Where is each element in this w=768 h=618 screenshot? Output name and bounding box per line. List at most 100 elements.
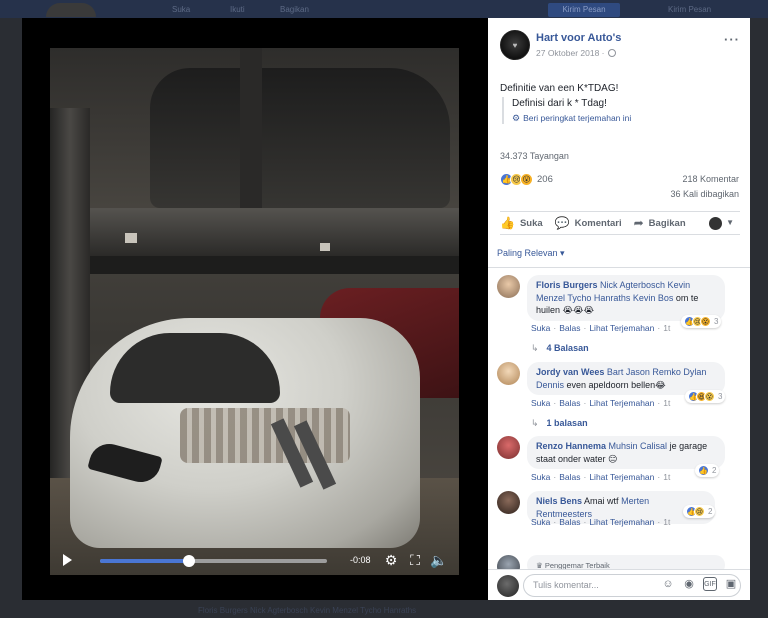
backdrop-bottom-text: Floris Burgers Nick Agterbosch Kevin Men… — [198, 606, 417, 615]
rate-translation-label: Beri peringkat terjemahan ini — [523, 113, 632, 123]
play-icon[interactable] — [63, 554, 72, 566]
comment-reply-link[interactable]: Balas — [559, 517, 580, 527]
see-translation-link[interactable]: Lihat Terjemahan — [589, 472, 654, 482]
post-date[interactable]: 27 Oktober 2018 · — [536, 48, 616, 58]
comment-sort-dropdown[interactable]: Paling Relevan ▾ — [497, 248, 565, 259]
translation-box: Definisi dari k * Tdag! ⚙ Beri peringkat … — [502, 97, 631, 124]
globe-icon — [607, 49, 616, 57]
like-button[interactable]: 👍 Suka — [500, 216, 543, 230]
comment-reaction-count: 3 — [718, 392, 723, 401]
post-text: Definitie van een K*TDAG! — [500, 83, 619, 94]
commenter-avatar[interactable] — [497, 491, 520, 514]
backdrop-tab-share: Bagikan — [280, 5, 309, 14]
comment-author-link[interactable]: Niels Bens — [536, 496, 582, 506]
comment-reactions[interactable]: 👍 2 — [695, 464, 720, 477]
acting-as-avatar[interactable] — [709, 217, 722, 230]
replies-label: 4 Balasan — [546, 343, 589, 353]
sad-reaction-icon: 😢 — [694, 506, 705, 517]
comment-bubble: ♛ Penggemar Terbaik — [527, 555, 725, 569]
more-options-icon[interactable]: ··· — [724, 32, 740, 47]
commenter-avatar[interactable] — [497, 555, 520, 569]
gif-icon[interactable]: GIF — [703, 577, 717, 591]
reaction-count: 206 — [537, 173, 553, 185]
backdrop-tab-like: Suka — [172, 5, 191, 14]
reply-arrow-icon: ↳ — [531, 418, 539, 428]
page-name-link[interactable]: Hart voor Auto's — [536, 32, 621, 44]
comment-reactions[interactable]: 👍 😢 2 — [683, 505, 716, 518]
comment-like-link[interactable]: Suka — [531, 398, 550, 408]
view-replies-link[interactable]: ↳ 4 Balasan — [531, 343, 589, 354]
replies-label: 1 balasan — [546, 418, 588, 428]
post-header: ♥ Hart voor Auto's 27 Oktober 2018 · ··· — [500, 30, 740, 66]
page-avatar[interactable]: ♥ — [500, 30, 530, 60]
see-translation-link[interactable]: Lihat Terjemahan — [589, 323, 654, 333]
comment-time[interactable]: 1t — [663, 472, 670, 482]
comment-time[interactable]: 1t — [663, 323, 670, 333]
time-remaining: -0:08 — [350, 555, 371, 565]
top-fan-label: Penggemar Terbaik — [544, 561, 610, 569]
backdrop-tab-follow: Ikuti — [230, 5, 245, 14]
comment-composer: Tulis komentar... ☺ ◉ GIF ▣ — [488, 569, 750, 600]
fullscreen-icon[interactable]: ⛶ — [406, 551, 424, 569]
see-translation-link[interactable]: Lihat Terjemahan — [589, 398, 654, 408]
comment-tagged-users[interactable]: Muhsin Calisal — [609, 441, 668, 451]
view-count: 34.373 Tayangan — [500, 151, 569, 161]
commenter-avatar[interactable] — [497, 275, 520, 298]
camera-icon[interactable]: ◉ — [682, 577, 696, 591]
post-stats: 218 Komentar 36 Kali dibagikan — [670, 172, 739, 202]
comments-count-link[interactable]: 218 Komentar — [670, 172, 739, 187]
see-translation-link[interactable]: Lihat Terjemahan — [589, 517, 654, 527]
shares-count-link[interactable]: 36 Kali dibagikan — [670, 187, 739, 202]
backdrop-follow: Kirim Pesan — [668, 5, 712, 14]
comment-time[interactable]: 1t — [663, 398, 670, 408]
caret-down-icon[interactable]: ▼ — [726, 218, 734, 227]
reply-arrow-icon: ↳ — [531, 343, 539, 353]
comment-bubble: Floris Burgers Nick Agterbosch Kevin Men… — [527, 275, 725, 321]
trophy-icon: ♛ — [536, 561, 543, 569]
comment-time[interactable]: 1t — [663, 517, 670, 527]
speech-bubble-icon: 💬 — [554, 216, 570, 230]
progress-fill — [100, 559, 189, 563]
comment-like-link[interactable]: Suka — [531, 472, 550, 482]
rate-translation-link[interactable]: ⚙ Beri peringkat terjemahan ini — [512, 113, 631, 124]
comment-actions: Suka · Balas · Lihat Terjemahan · 1t — [531, 517, 671, 527]
share-label: Bagikan — [648, 217, 686, 229]
comment-reaction-count: 2 — [708, 507, 713, 516]
settings-gear-icon[interactable]: ⚙ — [382, 551, 400, 569]
video-controls: -0:08 ⚙ ⛶ 🔈 — [50, 548, 459, 575]
commenter-avatar[interactable] — [497, 436, 520, 459]
lift-beam-shadow — [50, 256, 459, 274]
comment-button[interactable]: 💬 Komentari — [555, 216, 622, 230]
commenter-avatar[interactable] — [497, 362, 520, 385]
comment-author-link[interactable]: Renzo Hannema — [536, 441, 606, 451]
comment-reactions[interactable]: 👍 😆 😮 3 — [685, 390, 726, 403]
emoji-icon[interactable]: ☺ — [661, 577, 675, 591]
backdrop-send-message: Kirim Pesan — [548, 3, 620, 17]
backdrop-header: Suka Ikuti Bagikan Kirim Pesan Kirim Pes… — [0, 0, 768, 18]
progress-handle[interactable] — [182, 555, 195, 567]
sticker-icon[interactable]: ▣ — [724, 577, 738, 591]
comment-author-link[interactable]: Jordy van Wees — [536, 367, 604, 377]
comment-reply-link[interactable]: Balas — [559, 323, 580, 333]
wow-reaction-icon: 😮 — [704, 391, 715, 402]
like-reaction-icon: 👍 — [698, 465, 709, 476]
comment-like-link[interactable]: Suka — [531, 323, 550, 333]
comment-author-link[interactable]: Floris Burgers — [536, 280, 598, 290]
view-replies-link[interactable]: ↳ 1 balasan — [531, 418, 588, 429]
comment-reply-link[interactable]: Balas — [559, 472, 580, 482]
comment-reactions[interactable]: 👍 😢 😮 3 — [681, 315, 722, 328]
video-player[interactable] — [50, 48, 459, 575]
comment-actions: Suka · Balas · Lihat Terjemahan · 1t — [531, 398, 671, 408]
reaction-summary[interactable]: 👍 😢 😮 206 — [500, 172, 553, 186]
comment-like-link[interactable]: Suka — [531, 517, 550, 527]
share-button[interactable]: ➦ Bagikan — [634, 216, 686, 230]
share-arrow-icon: ➦ — [633, 216, 644, 230]
user-avatar[interactable] — [497, 575, 519, 597]
volume-icon[interactable]: 🔈 — [430, 551, 448, 569]
video-progress-bar[interactable] — [100, 555, 327, 567]
lift-beam — [50, 208, 459, 256]
post-action-bar: 👍 Suka 💬 Komentari ➦ Bagikan ▼ — [500, 211, 740, 235]
comment-reply-link[interactable]: Balas — [559, 398, 580, 408]
comment-reaction-count: 2 — [712, 466, 717, 475]
warning-label — [125, 233, 137, 243]
